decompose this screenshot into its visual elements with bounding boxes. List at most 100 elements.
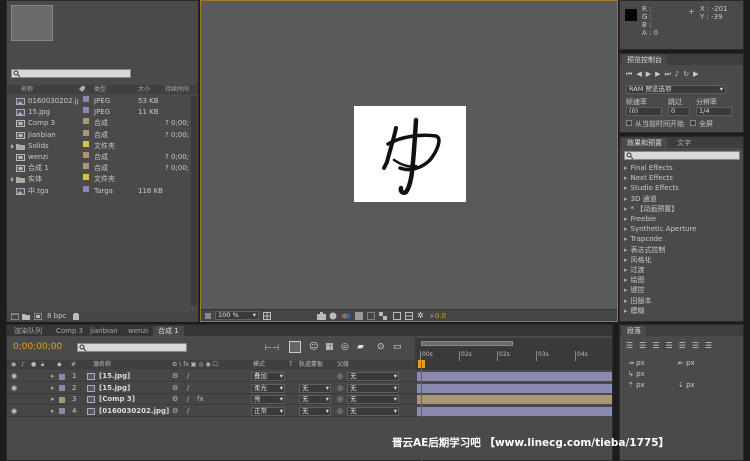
timeline-tab[interactable]: Comp 3 [51,326,88,336]
timeline-tab[interactable]: 渲染队列 [9,326,47,336]
label-swatch[interactable] [83,118,89,125]
label-swatch[interactable] [83,185,89,192]
grid-icon[interactable] [263,312,271,320]
project-item[interactable]: 实体 文件夹 [7,174,198,185]
label-swatch[interactable] [83,129,89,136]
effects-item[interactable]: ▸ 过渡 [620,265,742,275]
mode-dropdown[interactable]: 叠加 ▾ [251,372,285,381]
disclosure-triangle-icon[interactable]: ▸ [624,174,628,182]
exposure-value[interactable]: +0.0 [429,312,446,320]
disclosure-triangle-icon[interactable]: ▸ [624,205,628,213]
shy-switch-icon[interactable]: ⚙ [172,371,178,382]
disclosure-triangle-icon[interactable]: ▸ [624,246,628,254]
disclosure-triangle-icon[interactable]: ▸ [624,215,628,223]
disclosure-triangle-icon[interactable]: ▸ [624,256,628,264]
disclosure-triangle-icon[interactable]: ▸ [51,394,55,405]
effects-item[interactable]: ▸ 键控 [620,285,742,295]
disclosure-triangle-icon[interactable]: ▸ [51,406,55,417]
work-area-bar[interactable] [421,341,513,346]
trkmat-dropdown[interactable]: 无 ▾ [299,383,331,393]
audio-icon[interactable]: ♪ [675,70,683,78]
align-center-icon[interactable]: ☰ [639,341,652,350]
disclosure-triangle-icon[interactable]: ▸ [51,383,55,394]
effects-tab[interactable]: 效果和预置 [622,138,667,148]
effects-item[interactable]: ▸ * 【动画预置】 [620,204,742,214]
label-swatch[interactable] [59,396,65,403]
new-folder-icon[interactable] [22,313,30,320]
disclosure-triangle-icon[interactable]: ▸ [624,297,628,305]
justify-left-icon[interactable]: ☰ [666,341,679,350]
trkmat-dropdown[interactable]: 无 ▾ [299,395,331,404]
text-tab[interactable]: 文字 [672,138,696,148]
quality-switch-icon[interactable]: / [187,394,189,405]
exposure-icon[interactable]: ✲ [417,311,424,320]
disclosure-triangle-icon[interactable]: ▸ [624,164,628,172]
indent-first-field[interactable]: ↳ px [628,370,645,378]
effects-item[interactable]: ▸ Freebie [620,214,742,224]
timeline-search-input[interactable] [77,343,187,352]
col-source-name[interactable]: 源名称 [93,360,111,370]
layer-duration-bar[interactable] [417,406,612,416]
paragraph-tab[interactable]: 段落 [622,326,646,336]
disclosure-triangle-icon[interactable]: ▸ [624,184,628,192]
eye-icon[interactable]: ◉ [11,406,17,417]
interpret-footage-icon[interactable] [11,313,19,320]
quality-switch-icon[interactable]: / [187,383,189,394]
frame-rate-dropdown[interactable]: (0) [626,107,662,116]
mode-dropdown[interactable]: 正常 ▾ [251,406,285,416]
effects-item[interactable]: ▸ Next Effects [620,173,742,183]
timeline-tab[interactable]: wenzi [123,326,153,336]
resolution-dropdown[interactable]: 1/4 [696,107,732,116]
preview-tab[interactable]: 预览控制台 [622,55,667,65]
label-swatch[interactable] [83,174,89,181]
quality-switch-icon[interactable]: / [187,406,189,417]
align-right-icon[interactable]: ☰ [652,341,665,350]
label-swatch[interactable] [83,96,89,102]
motion-blur-icon[interactable]: ◎ [341,342,349,352]
fullscreen-checkbox[interactable] [690,120,696,126]
mode-dropdown[interactable]: 柔光 ▾ [251,383,285,393]
camera-icon[interactable] [317,312,326,320]
parent-dropdown[interactable]: 无 ▾ [347,383,399,393]
space-after-field[interactable]: ⇣ px [678,381,695,389]
layer-duration-bar[interactable] [417,383,612,393]
effects-search-input[interactable] [624,151,740,160]
label-swatch[interactable] [59,408,65,414]
ram-preview-icon[interactable]: ▶ [693,70,702,78]
disclosure-triangle-icon[interactable]: ▸ [624,235,628,243]
layer-duration-bar[interactable] [417,395,612,404]
disclosure-triangle-icon[interactable]: ▸ [624,286,628,294]
layer-row[interactable]: ◉ ▸ 1 [15.jpg] ⚙ / 叠加 ▾ ◎ 无 ▾ [7,371,417,382]
parent-dropdown[interactable]: 无 ▾ [347,372,399,381]
project-item[interactable]: 15.jpg JPEG 11 KB [7,107,198,118]
ram-options-dropdown[interactable]: RAM 预览选项 ▾ [626,85,726,94]
indent-right-field[interactable]: ⇤ px [678,359,695,367]
col-duration-header[interactable]: 持续时间 [165,85,189,94]
mode-dropdown[interactable]: 亮 ▾ [251,395,285,404]
layer-row[interactable]: ▸ 3 [Comp 3] ⚙ / fx 亮 ▾ 无 ▾ ◎ 无 ▾ [7,394,417,405]
label-swatch[interactable] [83,140,89,147]
parent-pickwhip-icon[interactable]: ◎ [337,371,343,382]
effects-item[interactable]: ▸ 表达式控制 [620,245,742,255]
project-item[interactable]: 0160030202.jpg JPEG 53 KB [7,96,198,107]
justify-all-icon[interactable]: ☰ [705,341,718,350]
comp-mini-flowchart-icon[interactable]: ⊢⊣ [265,343,279,352]
indent-left-field[interactable]: ⇥ px [628,359,645,367]
skip-dropdown[interactable]: 0 [668,107,690,116]
label-swatch[interactable] [83,152,89,158]
fx-switch-icon[interactable]: fx [197,394,204,405]
play-icon[interactable]: ▶ [646,70,655,78]
shy-switch-icon[interactable]: ⚙ [172,383,178,394]
graph-editor-icon[interactable]: ▭ [393,342,402,352]
hide-shy-icon[interactable]: ☺ [309,342,318,352]
parent-pickwhip-icon[interactable]: ◎ [337,394,343,405]
layer-duration-bar[interactable] [417,372,612,381]
loop-icon[interactable]: ↻ [683,70,693,78]
project-item[interactable]: wenzi 合成 ? 0;00; [7,152,198,163]
col-parent[interactable]: 父级 [337,360,349,370]
transparency-grid-icon[interactable] [379,312,387,320]
layer-row[interactable]: ◉ ▸ 2 [15.jpg] ⚙ / 柔光 ▾ 无 ▾ ◎ 无 ▾ [7,382,417,394]
trkmat-dropdown[interactable]: 无 ▾ [299,406,331,416]
disclosure-triangle-icon[interactable]: ▸ [624,195,628,203]
disclosure-triangle-icon[interactable]: ▸ [51,371,55,382]
